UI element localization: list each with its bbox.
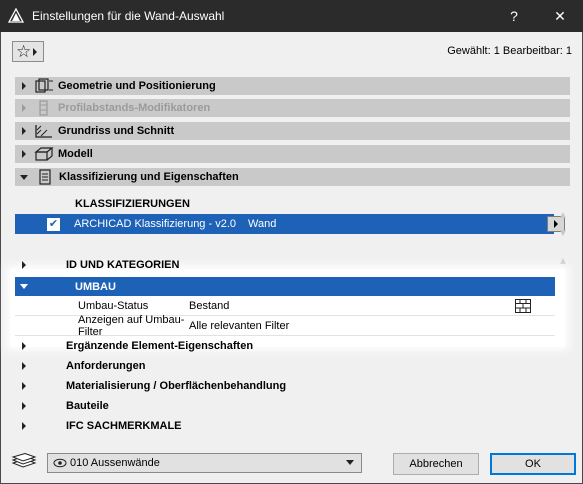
group-label: ID UND KATEGORIEN (66, 259, 180, 271)
close-button[interactable]: ✕ (537, 0, 583, 32)
classification-icon (39, 169, 51, 185)
group-label: UMBAU (75, 280, 116, 293)
group-ifc-properties[interactable]: IFC SACHMERKMALE (15, 416, 555, 436)
scroll-up-icon[interactable]: ▲ (558, 210, 568, 221)
group-label: Ergänzende Element-Eigenschaften (66, 340, 254, 352)
floorplan-section-icon (35, 125, 52, 138)
property-name: Anzeigen auf Umbau-Filter (78, 313, 185, 338)
chevron-down-icon (346, 460, 354, 465)
cancel-button[interactable]: Abbrechen (393, 453, 479, 475)
section-classification[interactable]: Klassifizierung und Eigenschaften (15, 168, 570, 186)
expand-arrow-icon (22, 382, 26, 390)
group-id-categories[interactable]: ID UND KATEGORIEN (15, 255, 555, 275)
section-geometry[interactable]: Geometrie und Positionierung (15, 77, 570, 95)
group-label: Bauteile (66, 400, 109, 412)
section-label: Klassifizierung und Eigenschaften (59, 171, 239, 183)
collapse-arrow-icon (20, 174, 28, 180)
expand-arrow-icon (22, 150, 26, 158)
expand-arrow-icon (22, 127, 26, 135)
group-components[interactable]: Bauteile (15, 396, 555, 416)
profile-offset-icon (39, 100, 48, 116)
classification-system: ARCHICAD Klassifizierung - v2.0 (74, 218, 236, 230)
collapse-arrow-icon (20, 284, 28, 289)
window-title: Einstellungen für die Wand-Auswahl (32, 9, 225, 23)
property-value: Alle relevanten Filter (189, 319, 290, 332)
section-label: Geometrie und Positionierung (58, 80, 216, 92)
layer-dropdown[interactable]: 010 Aussenwände (47, 453, 362, 473)
classification-row[interactable]: ✔ ARCHICAD Klassifizierung - v2.0 Wand (15, 214, 565, 234)
section-model[interactable]: Modell (15, 145, 570, 163)
group-label: Materialisierung / Oberflächenbehandlung (66, 380, 287, 392)
property-value: Bestand (189, 299, 230, 312)
layers-icon (11, 453, 37, 468)
eye-icon (53, 458, 67, 468)
group-umbau[interactable]: UMBAU (15, 277, 555, 296)
help-button[interactable]: ? (491, 0, 537, 32)
dropdown-arrow-icon (33, 47, 38, 56)
ok-button[interactable]: OK (490, 453, 576, 475)
section-profile-offset: Profilabstands-Modifikatoren (15, 99, 570, 117)
title-bar: Einstellungen für die Wand-Auswahl ? ✕ (0, 0, 583, 32)
right-arrow-icon (554, 220, 558, 228)
classification-checkbox[interactable]: ✔ (47, 217, 60, 231)
dialog-footer: 010 Aussenwände Abbrechen OK (1, 441, 582, 484)
model-icon (34, 147, 54, 161)
selection-count: Gewählt: 1 Bearbeitbar: 1 (447, 45, 572, 57)
section-label: Profilabstands-Modifikatoren (58, 102, 211, 114)
group-additional-properties[interactable]: Ergänzende Element-Eigenschaften (15, 336, 555, 356)
star-icon: ☆ (16, 42, 32, 61)
brick-wall-icon[interactable] (515, 299, 531, 313)
group-label: Anforderungen (66, 360, 146, 372)
expand-arrow-icon (22, 261, 26, 269)
section-label: Grundriss und Schnitt (58, 125, 175, 137)
geometry-icon (35, 78, 53, 93)
archicad-app-icon (8, 8, 24, 23)
section-label: Modell (58, 148, 93, 160)
favorites-button[interactable]: ☆ (12, 41, 44, 62)
classifications-heading: KLASSIFIZIERUNGEN (75, 198, 190, 210)
expand-arrow-icon (22, 402, 26, 410)
property-name: Umbau-Status (78, 299, 149, 312)
group-materials[interactable]: Materialisierung / Oberflächenbehandlung (15, 376, 555, 396)
expand-arrow-icon (22, 104, 26, 112)
scroll-up-icon[interactable]: ▲ (558, 256, 568, 267)
section-floorplan[interactable]: Grundriss und Schnitt (15, 122, 570, 140)
scroll-down-icon[interactable]: ▼ (558, 228, 568, 239)
expand-arrow-icon (22, 82, 26, 90)
classification-value: Wand (248, 218, 277, 230)
property-row[interactable]: Anzeigen auf Umbau-Filter Alle relevante… (15, 313, 555, 338)
group-requirements[interactable]: Anforderungen (15, 356, 555, 376)
expand-arrow-icon (22, 422, 26, 430)
expand-arrow-icon (22, 362, 26, 370)
dialog-body: ☆ Gewählt: 1 Bearbeitbar: 1 Geometrie un… (0, 32, 583, 484)
group-label: IFC SACHMERKMALE (66, 420, 182, 432)
expand-arrow-icon (22, 342, 26, 350)
layer-value: 010 Aussenwände (70, 457, 160, 469)
